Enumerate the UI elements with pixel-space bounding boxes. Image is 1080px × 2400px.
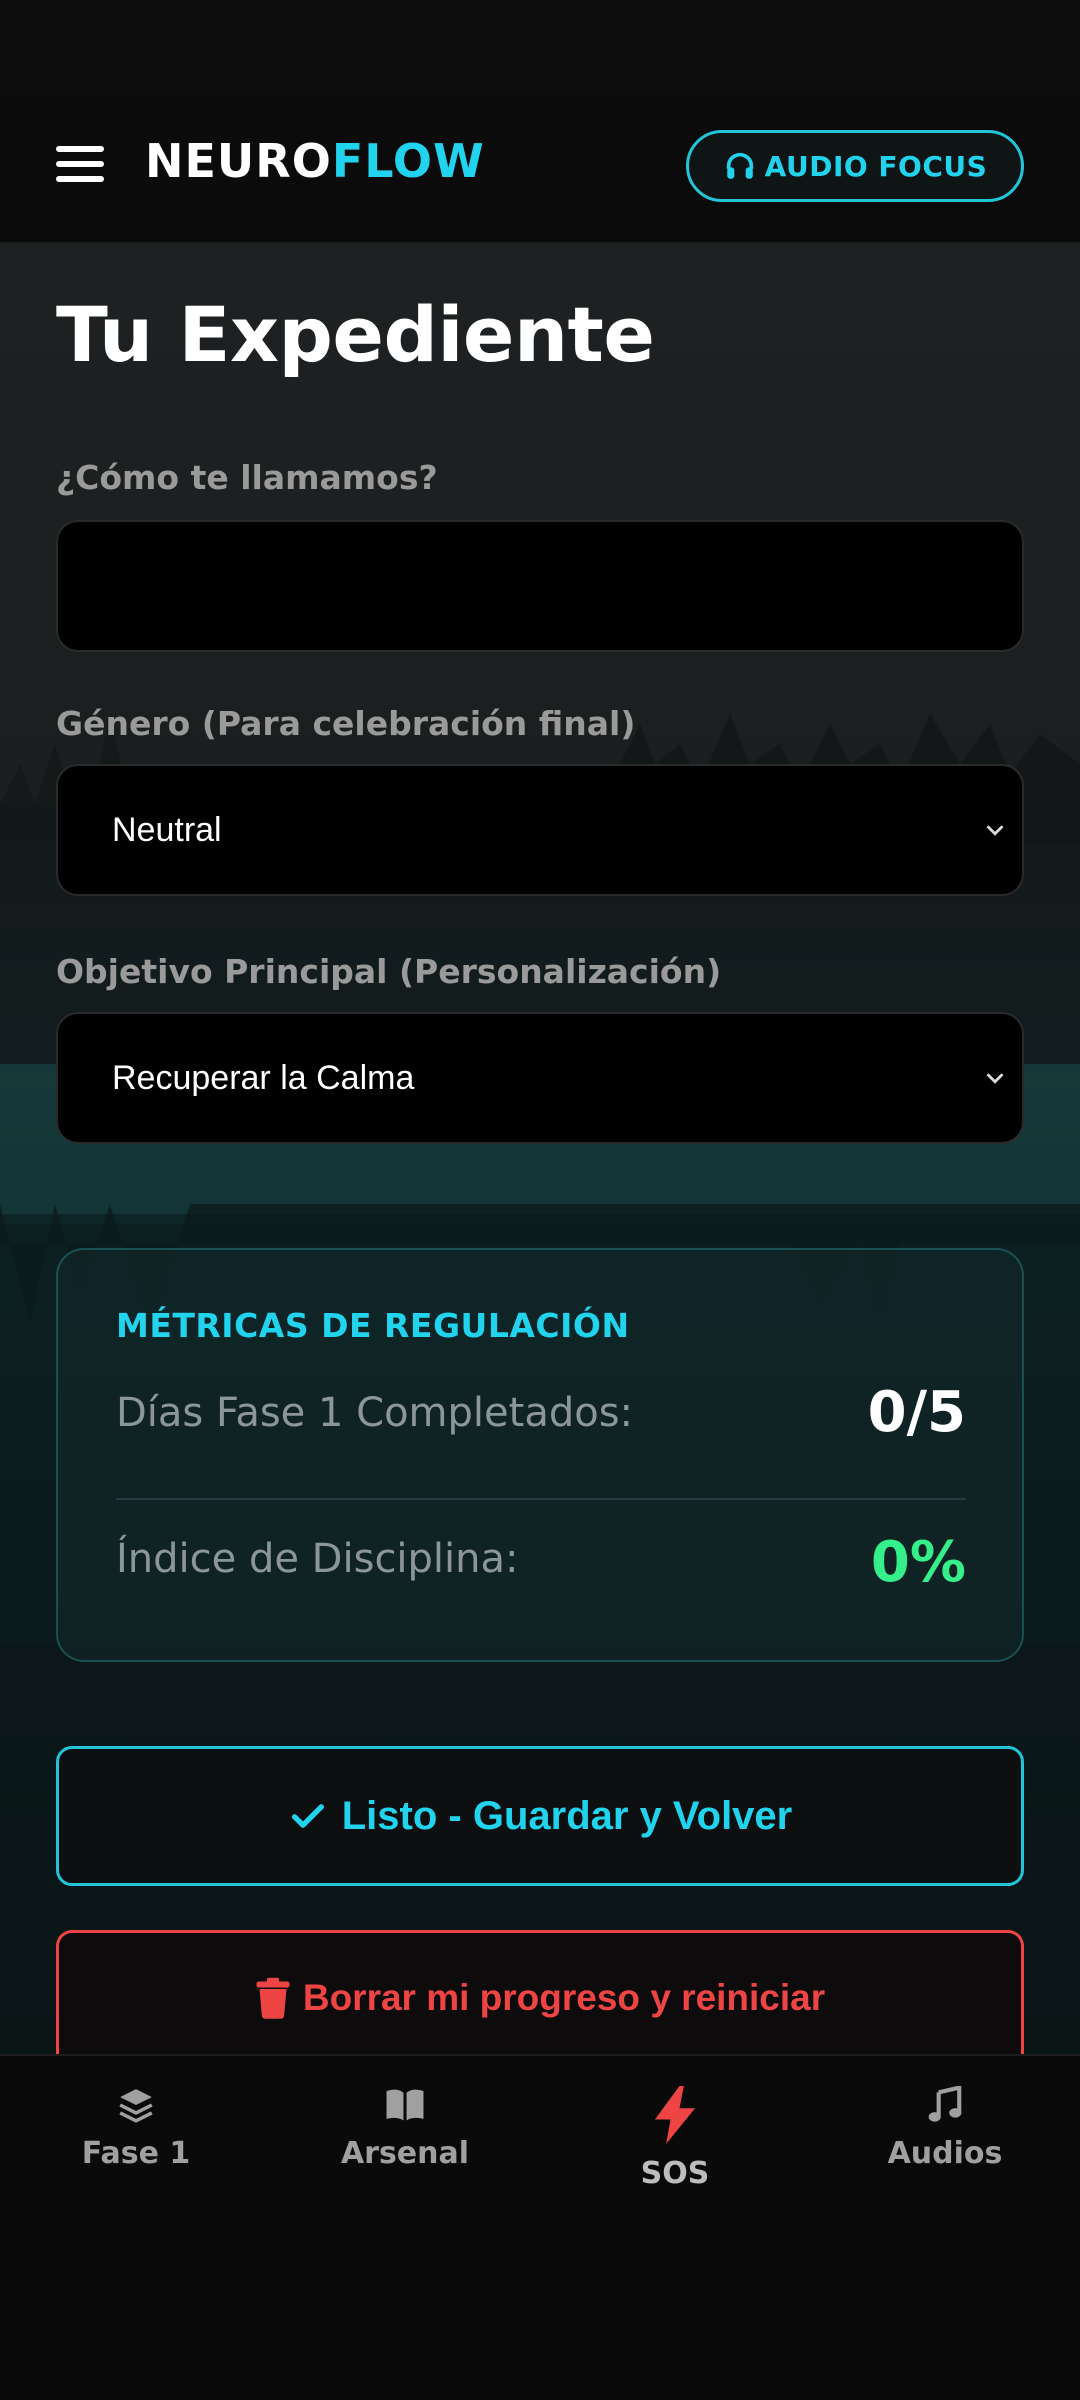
headphones-icon: [726, 152, 753, 179]
days-completed-label: Días Fase 1 Completados:: [116, 1390, 634, 1436]
audio-focus-button[interactable]: AUDIO FOCUS: [686, 130, 1024, 202]
music-icon: [928, 2086, 962, 2122]
app-header: NEUROFLOW AUDIO FOCUS: [0, 100, 1080, 244]
app-logo: NEUROFLOW: [145, 134, 485, 188]
nav-item-sos[interactable]: SOS: [575, 2086, 775, 2191]
bottom-nav: Fase 1 Arsenal SOS Audios: [0, 2054, 1080, 2400]
metrics-card: MÉTRICAS DE REGULACIÓN Días Fase 1 Compl…: [56, 1248, 1024, 1662]
layers-icon: [119, 2089, 153, 2123]
save-button-label: Listo - Guardar y Volver: [341, 1793, 793, 1838]
page-title: Tu Expediente: [56, 290, 655, 379]
goal-label: Objetivo Principal (Personalización): [56, 952, 722, 991]
status-bar-area: [0, 0, 1080, 100]
gender-label: Género (Para celebración final): [56, 704, 636, 743]
metrics-divider: [116, 1498, 966, 1500]
nav-label-audios: Audios: [887, 2136, 1003, 2171]
logo-part-flow: FLOW: [331, 134, 485, 188]
name-field[interactable]: [56, 520, 1024, 652]
book-icon: [386, 2089, 424, 2121]
metrics-title: MÉTRICAS DE REGULACIÓN: [116, 1306, 630, 1345]
nav-label-arsenal: Arsenal: [340, 2136, 470, 2171]
chevron-down-icon: [986, 1073, 1004, 1084]
check-icon: [291, 1804, 324, 1828]
nav-item-fase-1[interactable]: Fase 1: [36, 2086, 236, 2171]
nav-item-audios[interactable]: Audios: [845, 2086, 1045, 2171]
nav-item-arsenal[interactable]: Arsenal: [305, 2086, 505, 2171]
gender-selected-value: Neutral: [112, 810, 222, 849]
trash-icon: [256, 1977, 290, 2019]
goal-selected-value: Recuperar la Calma: [112, 1058, 415, 1097]
chevron-down-icon: [986, 825, 1004, 836]
name-input[interactable]: [58, 522, 1022, 650]
days-completed-value: 0/5: [867, 1380, 966, 1445]
discipline-label: Índice de Disciplina:: [116, 1536, 519, 1582]
save-and-return-button[interactable]: Listo - Guardar y Volver: [56, 1746, 1024, 1886]
nav-label-sos: SOS: [640, 2156, 710, 2191]
reset-button-label: Borrar mi progreso y reiniciar: [302, 1977, 826, 2018]
bolt-icon: [654, 2086, 696, 2144]
name-label: ¿Cómo te llamamos?: [56, 458, 438, 497]
gender-select[interactable]: Neutral: [56, 764, 1024, 896]
goal-select[interactable]: Recuperar la Calma: [56, 1012, 1024, 1144]
menu-icon[interactable]: [56, 144, 104, 184]
logo-part-neuro: NEURO: [145, 134, 332, 188]
nav-label-fase-1: Fase 1: [81, 2136, 191, 2171]
reset-progress-button[interactable]: Borrar mi progreso y reiniciar: [56, 1930, 1024, 2054]
discipline-value: 0%: [870, 1530, 966, 1595]
audio-focus-label: AUDIO FOCUS: [764, 149, 988, 183]
